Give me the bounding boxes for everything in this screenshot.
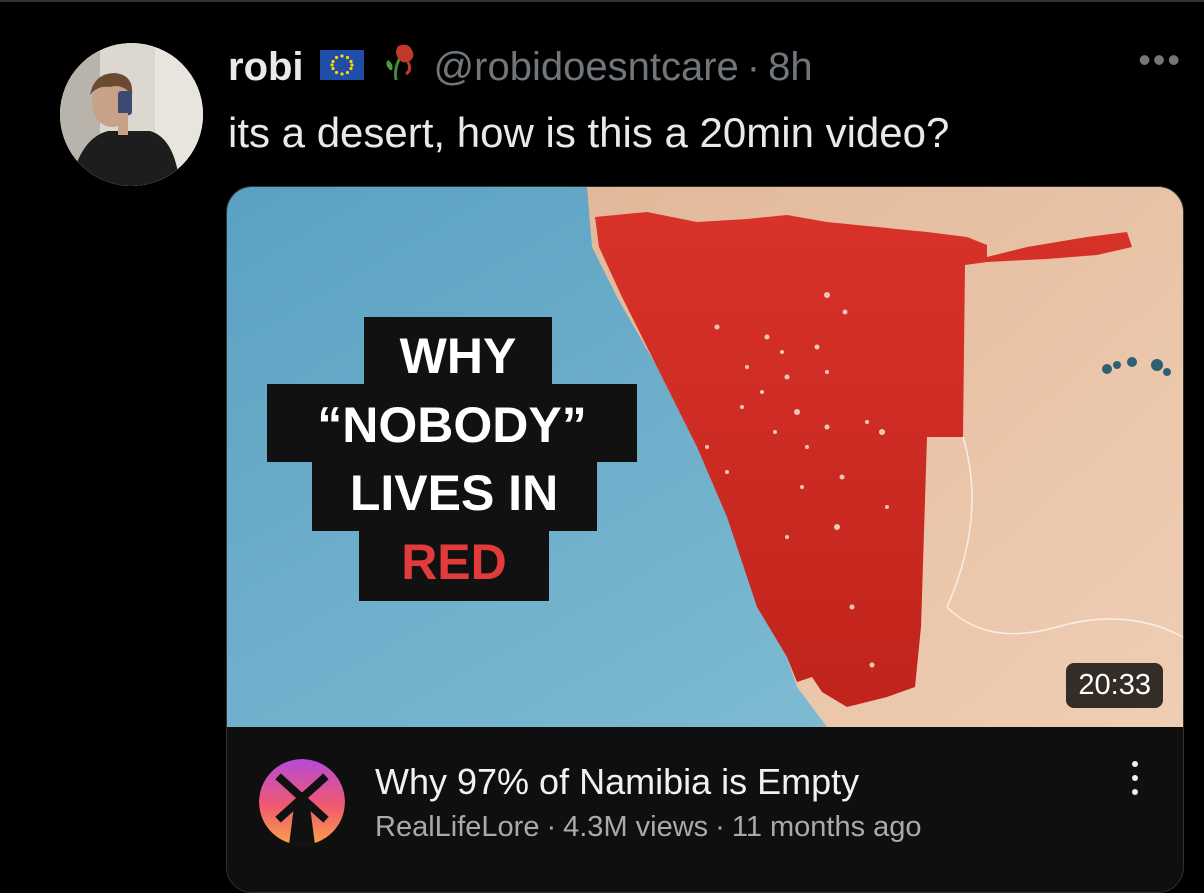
top-divider: [0, 0, 1204, 2]
more-horizontal-icon[interactable]: •••: [1138, 42, 1182, 78]
meta-separator: ·: [546, 811, 557, 843]
video-duration-badge: 20:33: [1066, 663, 1163, 708]
channel-name[interactable]: RealLifeLore: [375, 811, 539, 843]
thumbnail-line-4: RED: [401, 534, 507, 590]
video-thumbnail[interactable]: WHY “NOBODY” LIVES IN RED: [227, 187, 1183, 727]
video-title[interactable]: Why 97% of Namibia is Empty: [375, 761, 859, 803]
video-info-bar: Why 97% of Namibia is Empty RealLifeLore…: [227, 727, 1183, 892]
author-handle[interactable]: @robidoesntcare: [434, 45, 739, 90]
eu-flag-icon: [319, 45, 364, 90]
avatar-photo: [60, 43, 203, 186]
video-meta: RealLifeLore · 4.3M views · 11 months ago: [375, 811, 922, 844]
channel-avatar[interactable]: [259, 759, 345, 845]
thumbnail-line-1: WHY: [400, 328, 517, 384]
more-vertical-icon[interactable]: [1131, 761, 1139, 801]
tweet-timestamp[interactable]: 8h: [768, 45, 813, 90]
video-card[interactable]: WHY “NOBODY” LIVES IN RED 20:33 Why 97% …: [226, 186, 1184, 893]
upload-age: 11 months ago: [731, 811, 922, 843]
author-name[interactable]: robi: [228, 45, 304, 90]
user-avatar[interactable]: [60, 43, 203, 186]
view-count: 4.3M views: [563, 811, 709, 843]
tweet-author-line: robi @robidoesntcare · 8h: [228, 42, 813, 92]
meta-separator: ·: [715, 811, 725, 843]
meta-separator: ·: [746, 44, 761, 89]
thumbnail-line-2: “NOBODY”: [317, 397, 586, 453]
thumbnail-line-3: LIVES IN: [350, 465, 558, 521]
tweet-text: its a desert, how is this a 20min video?: [228, 109, 950, 156]
wilted-rose-icon: [376, 40, 420, 94]
